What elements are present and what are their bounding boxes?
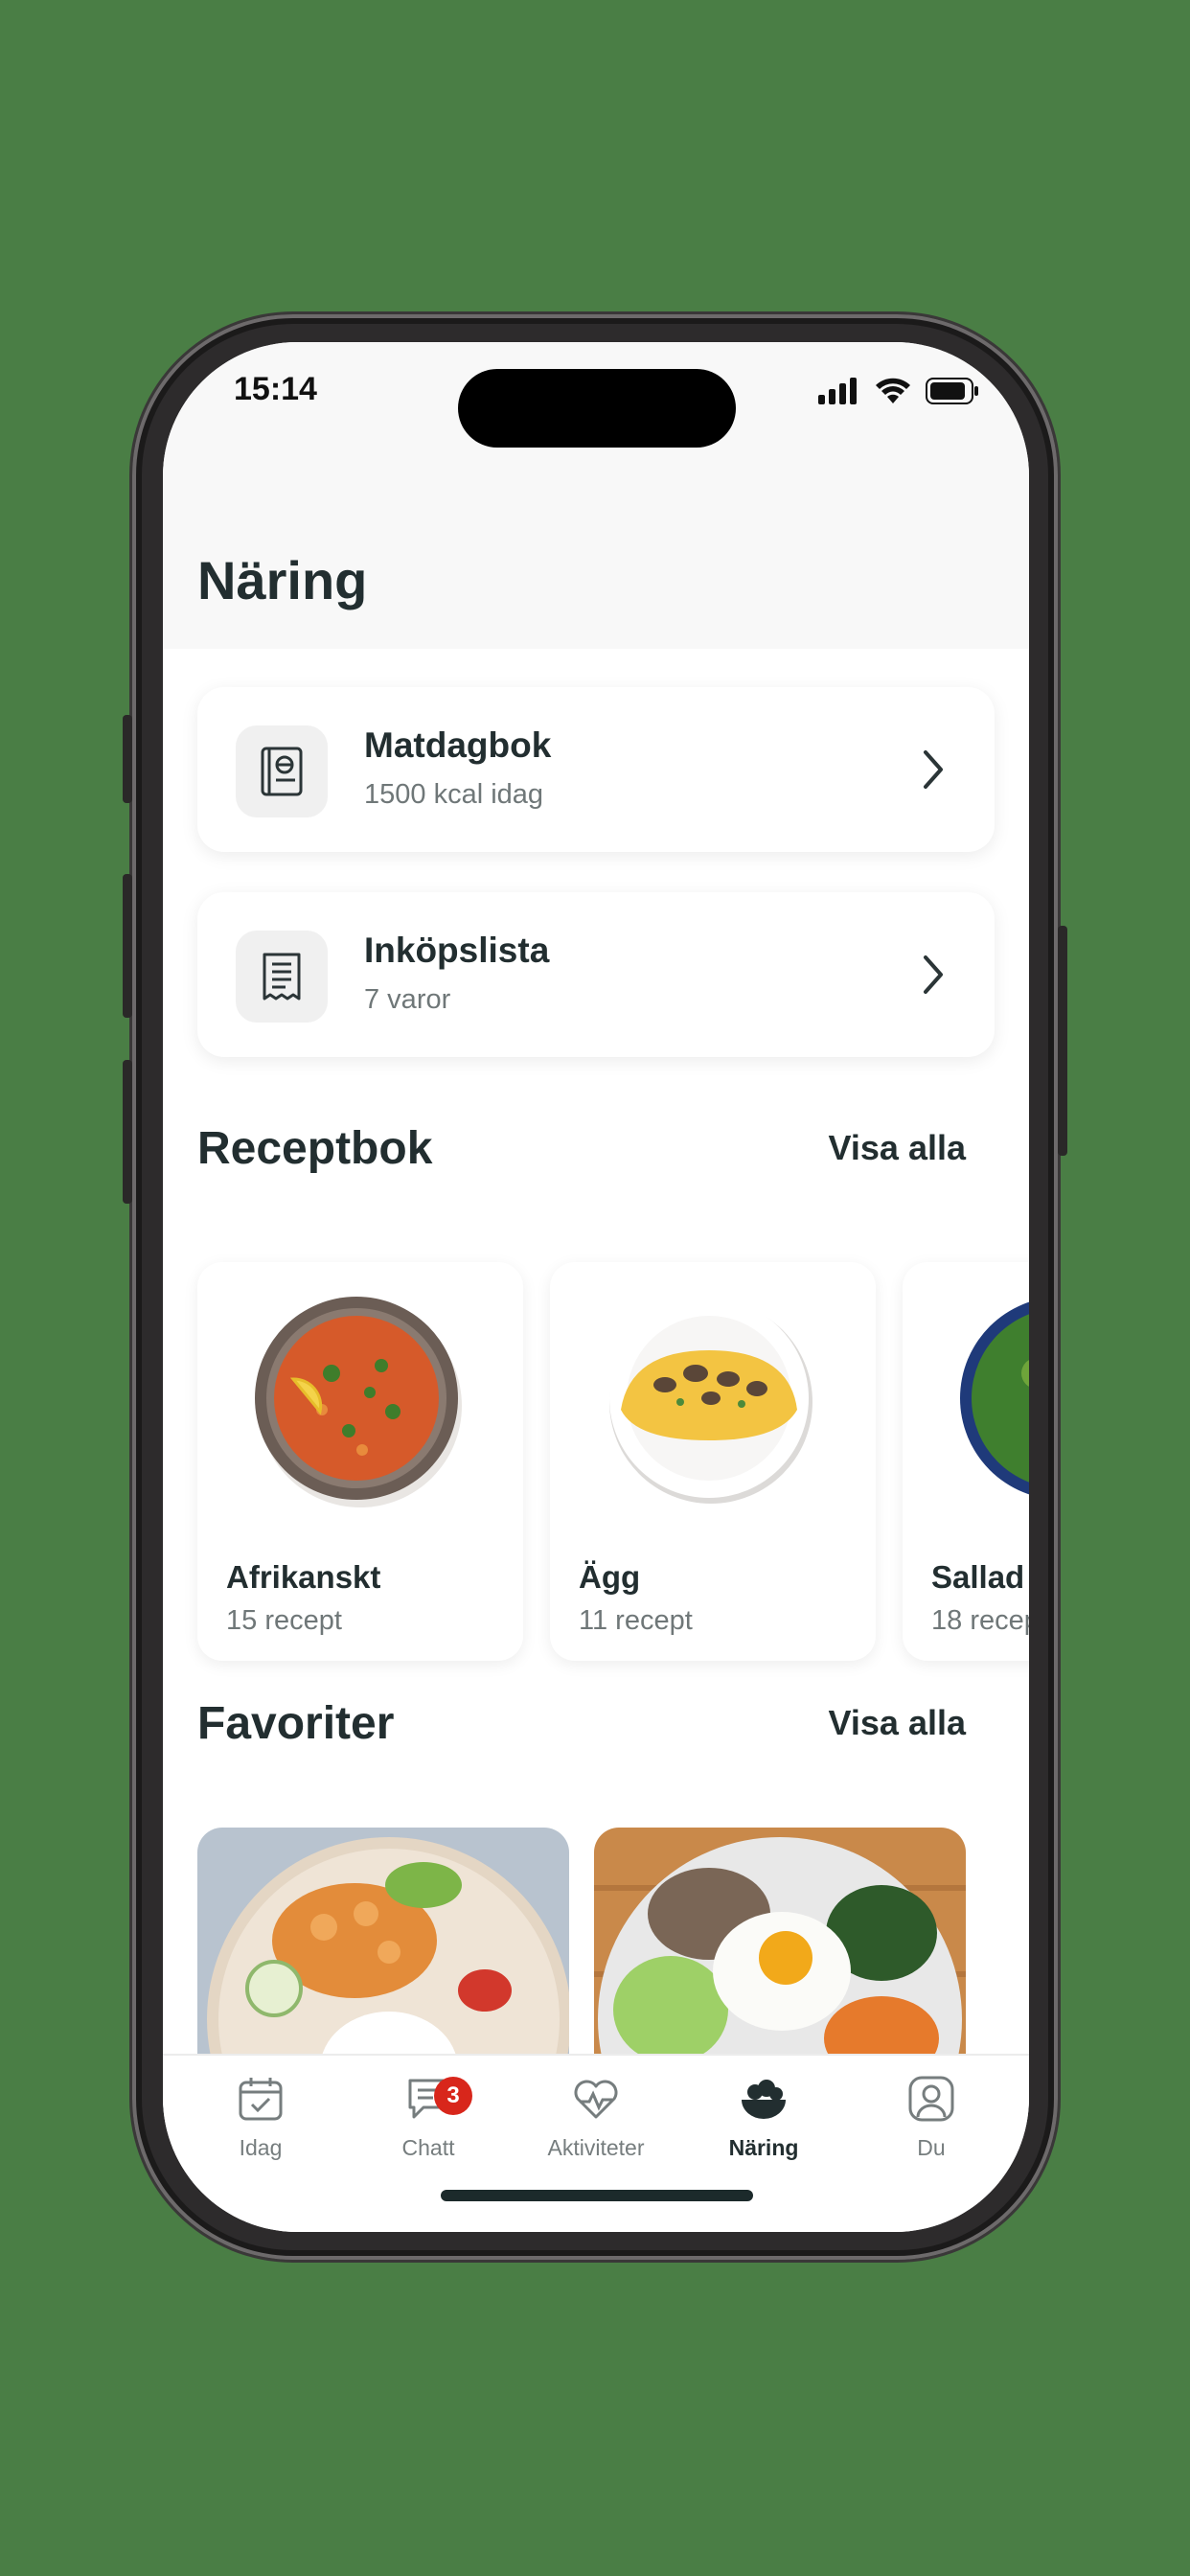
chevron-right-icon	[924, 955, 943, 994]
recipe-category-count: 11 recept	[579, 1605, 693, 1636]
status-icons	[818, 377, 979, 405]
chat-unread-badge: 3	[434, 2077, 472, 2115]
screen: 15:14 Näring Matdagbok 1500 kcal idag In…	[163, 342, 1029, 2232]
calendar-check-icon	[239, 2078, 283, 2121]
food-diary-card[interactable]: Matdagbok 1500 kcal idag	[197, 687, 995, 852]
tab-activities[interactable]: Aktiviteter	[519, 2075, 673, 2161]
shopping-list-card[interactable]: Inköpslista 7 varor	[197, 892, 995, 1057]
signal-icon	[818, 378, 857, 404]
favorites-see-all-link[interactable]: Visa alla	[829, 1703, 966, 1743]
food-diary-subtitle: 1500 kcal idag	[364, 779, 544, 810]
recipe-category-name: Sallad	[931, 1559, 1025, 1595]
profile-icon	[908, 2076, 954, 2122]
shopping-list-subtitle: 7 varor	[364, 984, 451, 1015]
tab-today[interactable]: Idag	[184, 2075, 337, 2161]
volume-down-button	[123, 1060, 132, 1204]
page-title: Näring	[197, 550, 368, 610]
tab-bar: Idag 3 Chatt Aktiviteter Näring Du	[163, 2054, 1029, 2232]
book-icon	[236, 725, 328, 817]
african-stew-image	[255, 1297, 462, 1507]
tab-label: Aktiviteter	[547, 2135, 645, 2160]
tab-nutrition[interactable]: Näring	[687, 2075, 840, 2161]
tab-label: Chatt	[401, 2135, 455, 2160]
favorites-heading: Favoriter	[197, 1698, 395, 1749]
dynamic-island	[458, 369, 736, 448]
tab-profile[interactable]: Du	[855, 2075, 1008, 2161]
wifi-icon	[876, 378, 910, 403]
recipe-category-count: 18 recept	[931, 1605, 1029, 1636]
power-button	[1058, 926, 1067, 1156]
tab-chat[interactable]: 3 Chatt	[352, 2075, 505, 2161]
recipe-category-card[interactable]: Sallad 18 recept	[903, 1262, 1029, 1661]
mute-switch	[123, 715, 132, 803]
recipe-category-name: Ägg	[579, 1559, 641, 1595]
header: 15:14 Näring	[163, 342, 1029, 649]
recipe-category-count: 15 recept	[226, 1605, 342, 1636]
volume-up-button	[123, 874, 132, 1018]
status-time: 15:14	[234, 371, 317, 407]
heart-pulse-icon	[574, 2080, 618, 2119]
tab-label: Idag	[239, 2135, 283, 2160]
salad-image	[960, 1301, 1029, 1495]
tab-label: Näring	[728, 2135, 799, 2160]
tab-label: Du	[917, 2135, 946, 2160]
food-diary-title: Matdagbok	[364, 725, 552, 765]
shopping-list-title: Inköpslista	[364, 931, 550, 970]
omelette-image	[609, 1299, 812, 1504]
recipe-category-name: Afrikanskt	[226, 1559, 381, 1595]
bowl-icon	[742, 2080, 786, 2119]
receipt-icon	[236, 931, 328, 1023]
home-indicator[interactable]	[441, 2190, 753, 2201]
recipe-book-see-all-link[interactable]: Visa alla	[829, 1128, 966, 1168]
battery-icon	[926, 378, 978, 404]
recipe-book-heading: Receptbok	[197, 1123, 433, 1174]
chevron-right-icon	[924, 750, 943, 789]
recipe-category-card[interactable]: Ägg 11 recept	[550, 1262, 876, 1661]
recipe-category-card[interactable]: Afrikanskt 15 recept	[197, 1262, 523, 1661]
